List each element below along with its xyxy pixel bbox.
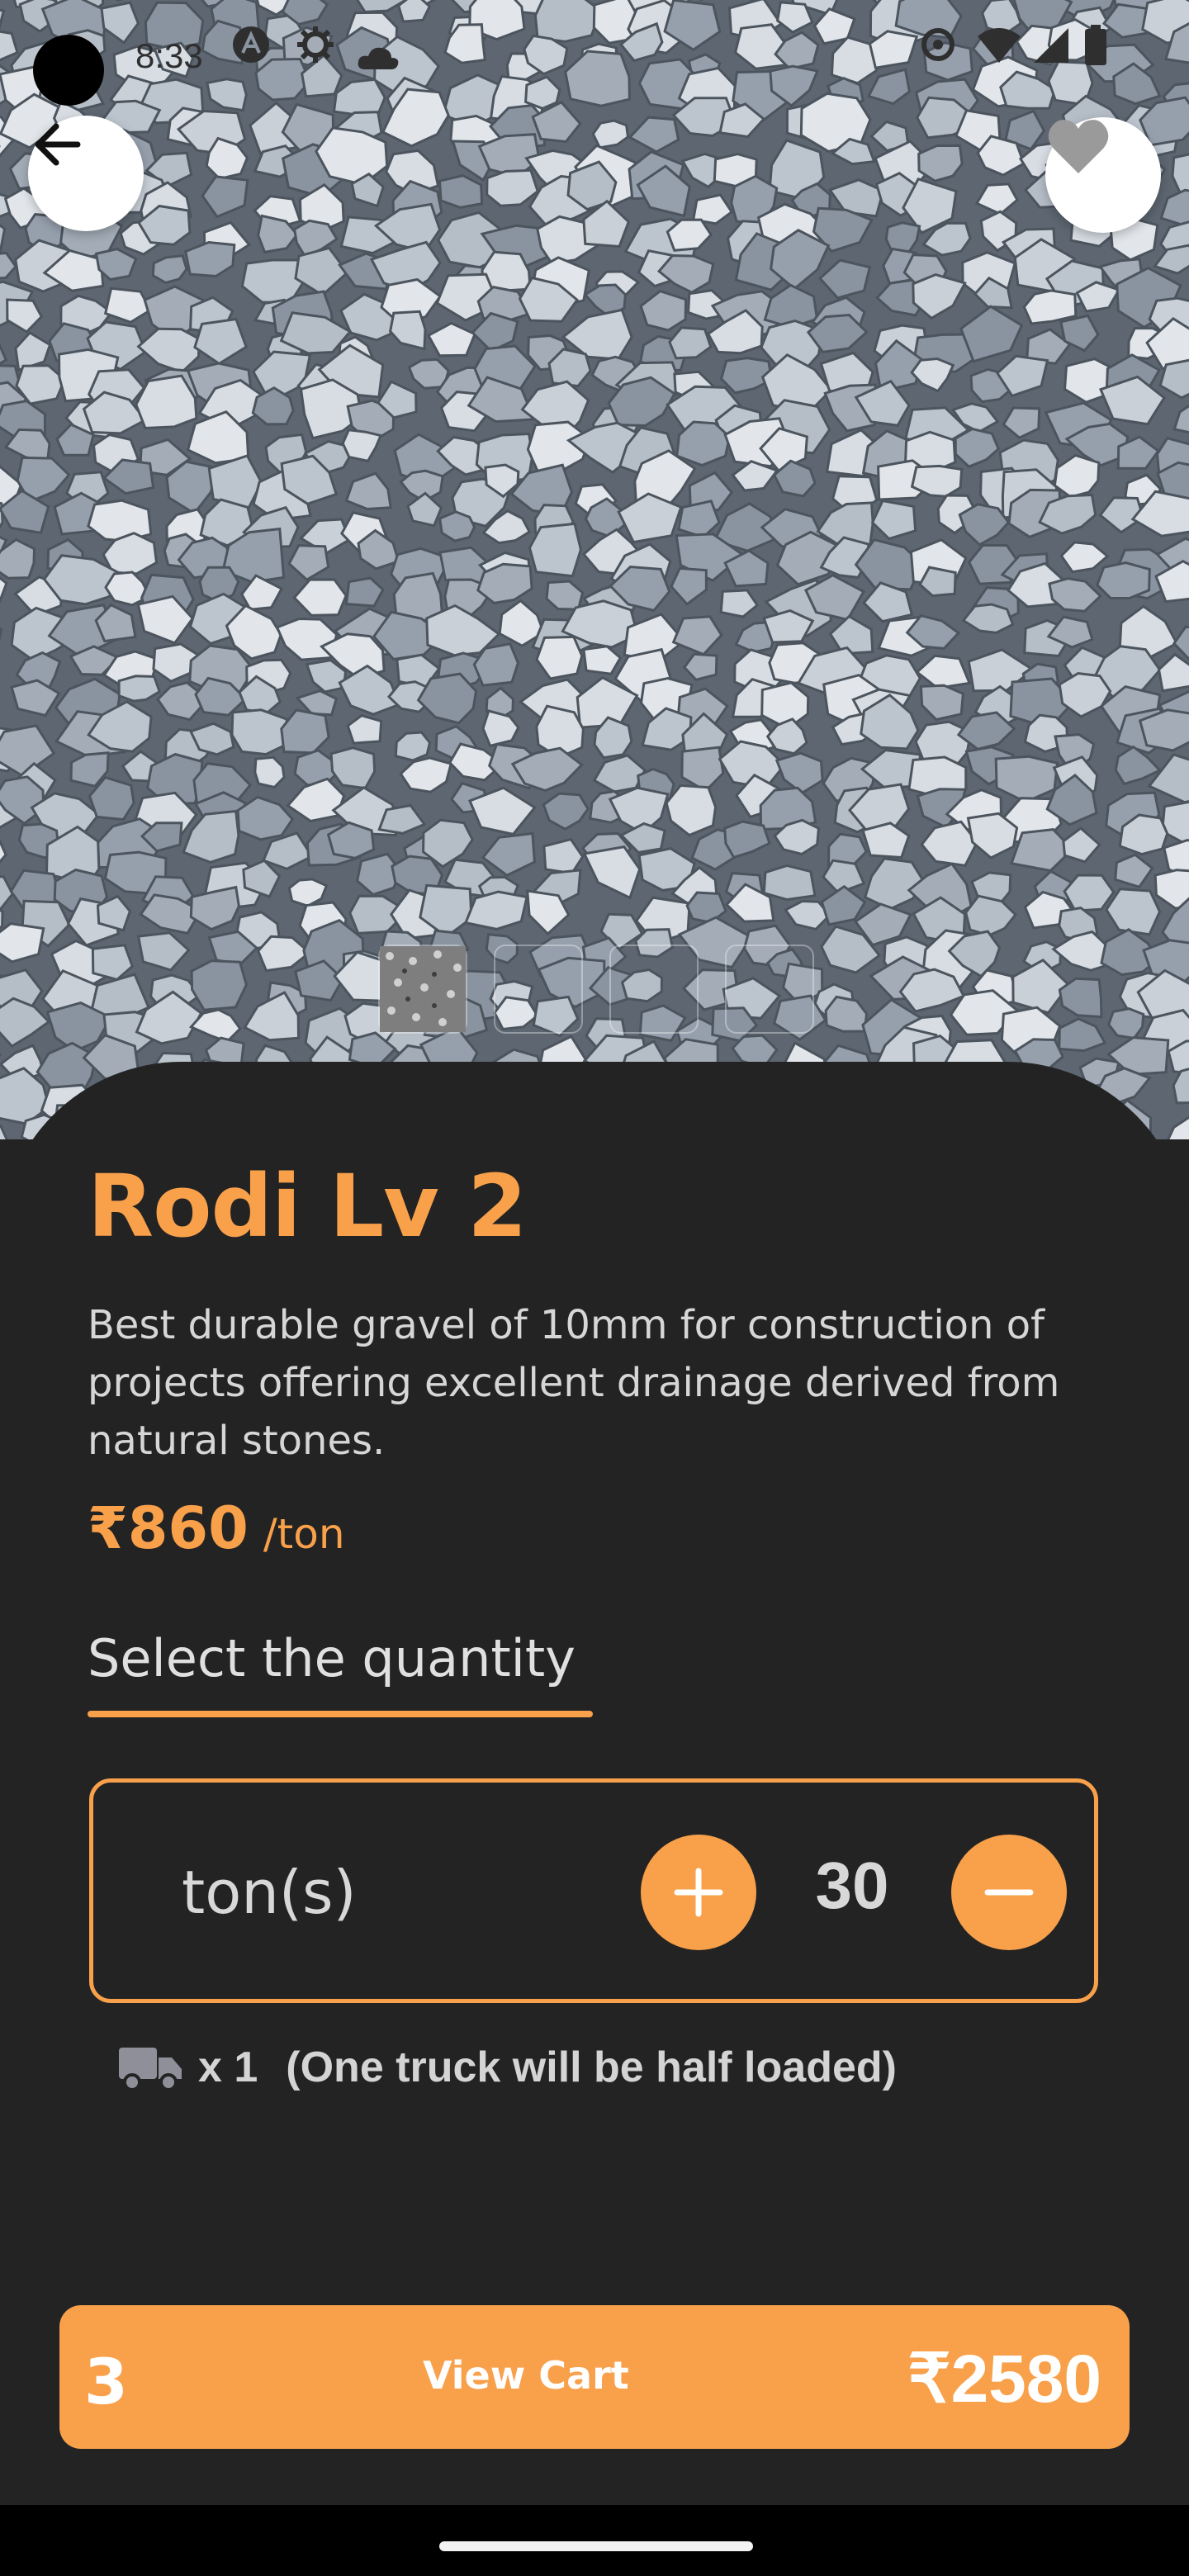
signal-icon [1034,28,1068,63]
truck-note: (One truck will be half loaded) [286,2043,897,2091]
minus-icon [984,1889,1034,1896]
quantity-value: 30 [815,1849,889,1922]
decrease-quantity-button[interactable] [951,1835,1067,1950]
data-saver-icon [921,28,955,61]
cloud-icon [358,47,399,69]
quantity-heading: Select the quantity [88,1628,576,1688]
arrow-left-icon [35,123,81,166]
system-navigation-bar [0,2505,1189,2576]
product-title: Rodi Lv 2 [88,1156,527,1257]
view-cart-label: View Cart [423,2353,629,2398]
image-thumbnail-strip [380,946,812,1032]
view-cart-button[interactable]: 3 View Cart ₹2580 [59,2305,1130,2449]
heart-icon [1048,120,1109,173]
home-indicator[interactable] [439,2541,753,2551]
product-price: ₹860 [88,1494,249,1562]
gear-icon [297,26,334,63]
camera-cutout [33,35,104,106]
status-time: 8:33 [135,36,203,75]
price-unit: /ton [263,1510,345,1558]
truck-count: x 1 [198,2043,258,2091]
increase-quantity-button[interactable] [641,1835,756,1950]
favorite-button[interactable] [1045,117,1161,233]
price-row: ₹860 /ton [88,1494,345,1562]
truck-icon [119,2048,182,2091]
status-bar: 8:33 [0,25,1189,106]
thumbnail-3[interactable] [380,946,697,1032]
wifi-icon [978,28,1021,63]
back-button[interactable] [28,116,144,231]
quantity-heading-underline [88,1711,593,1717]
cart-total: ₹2580 [907,2342,1101,2417]
a-icon [233,26,269,63]
product-hero-image: 8:33 [0,0,1189,1139]
thumbnail-4[interactable] [380,946,812,1032]
battery-icon [1085,25,1106,65]
quantity-unit: ton(s) [182,1858,357,1927]
cart-item-count: 3 [84,2345,128,2418]
thumbnail-2[interactable] [380,946,581,1032]
product-description: Best durable gravel of 10mm for construc… [88,1302,1060,1464]
truck-load-info: x 1 (One truck will be half loaded) [117,2043,897,2092]
plus-icon [674,1868,723,1917]
